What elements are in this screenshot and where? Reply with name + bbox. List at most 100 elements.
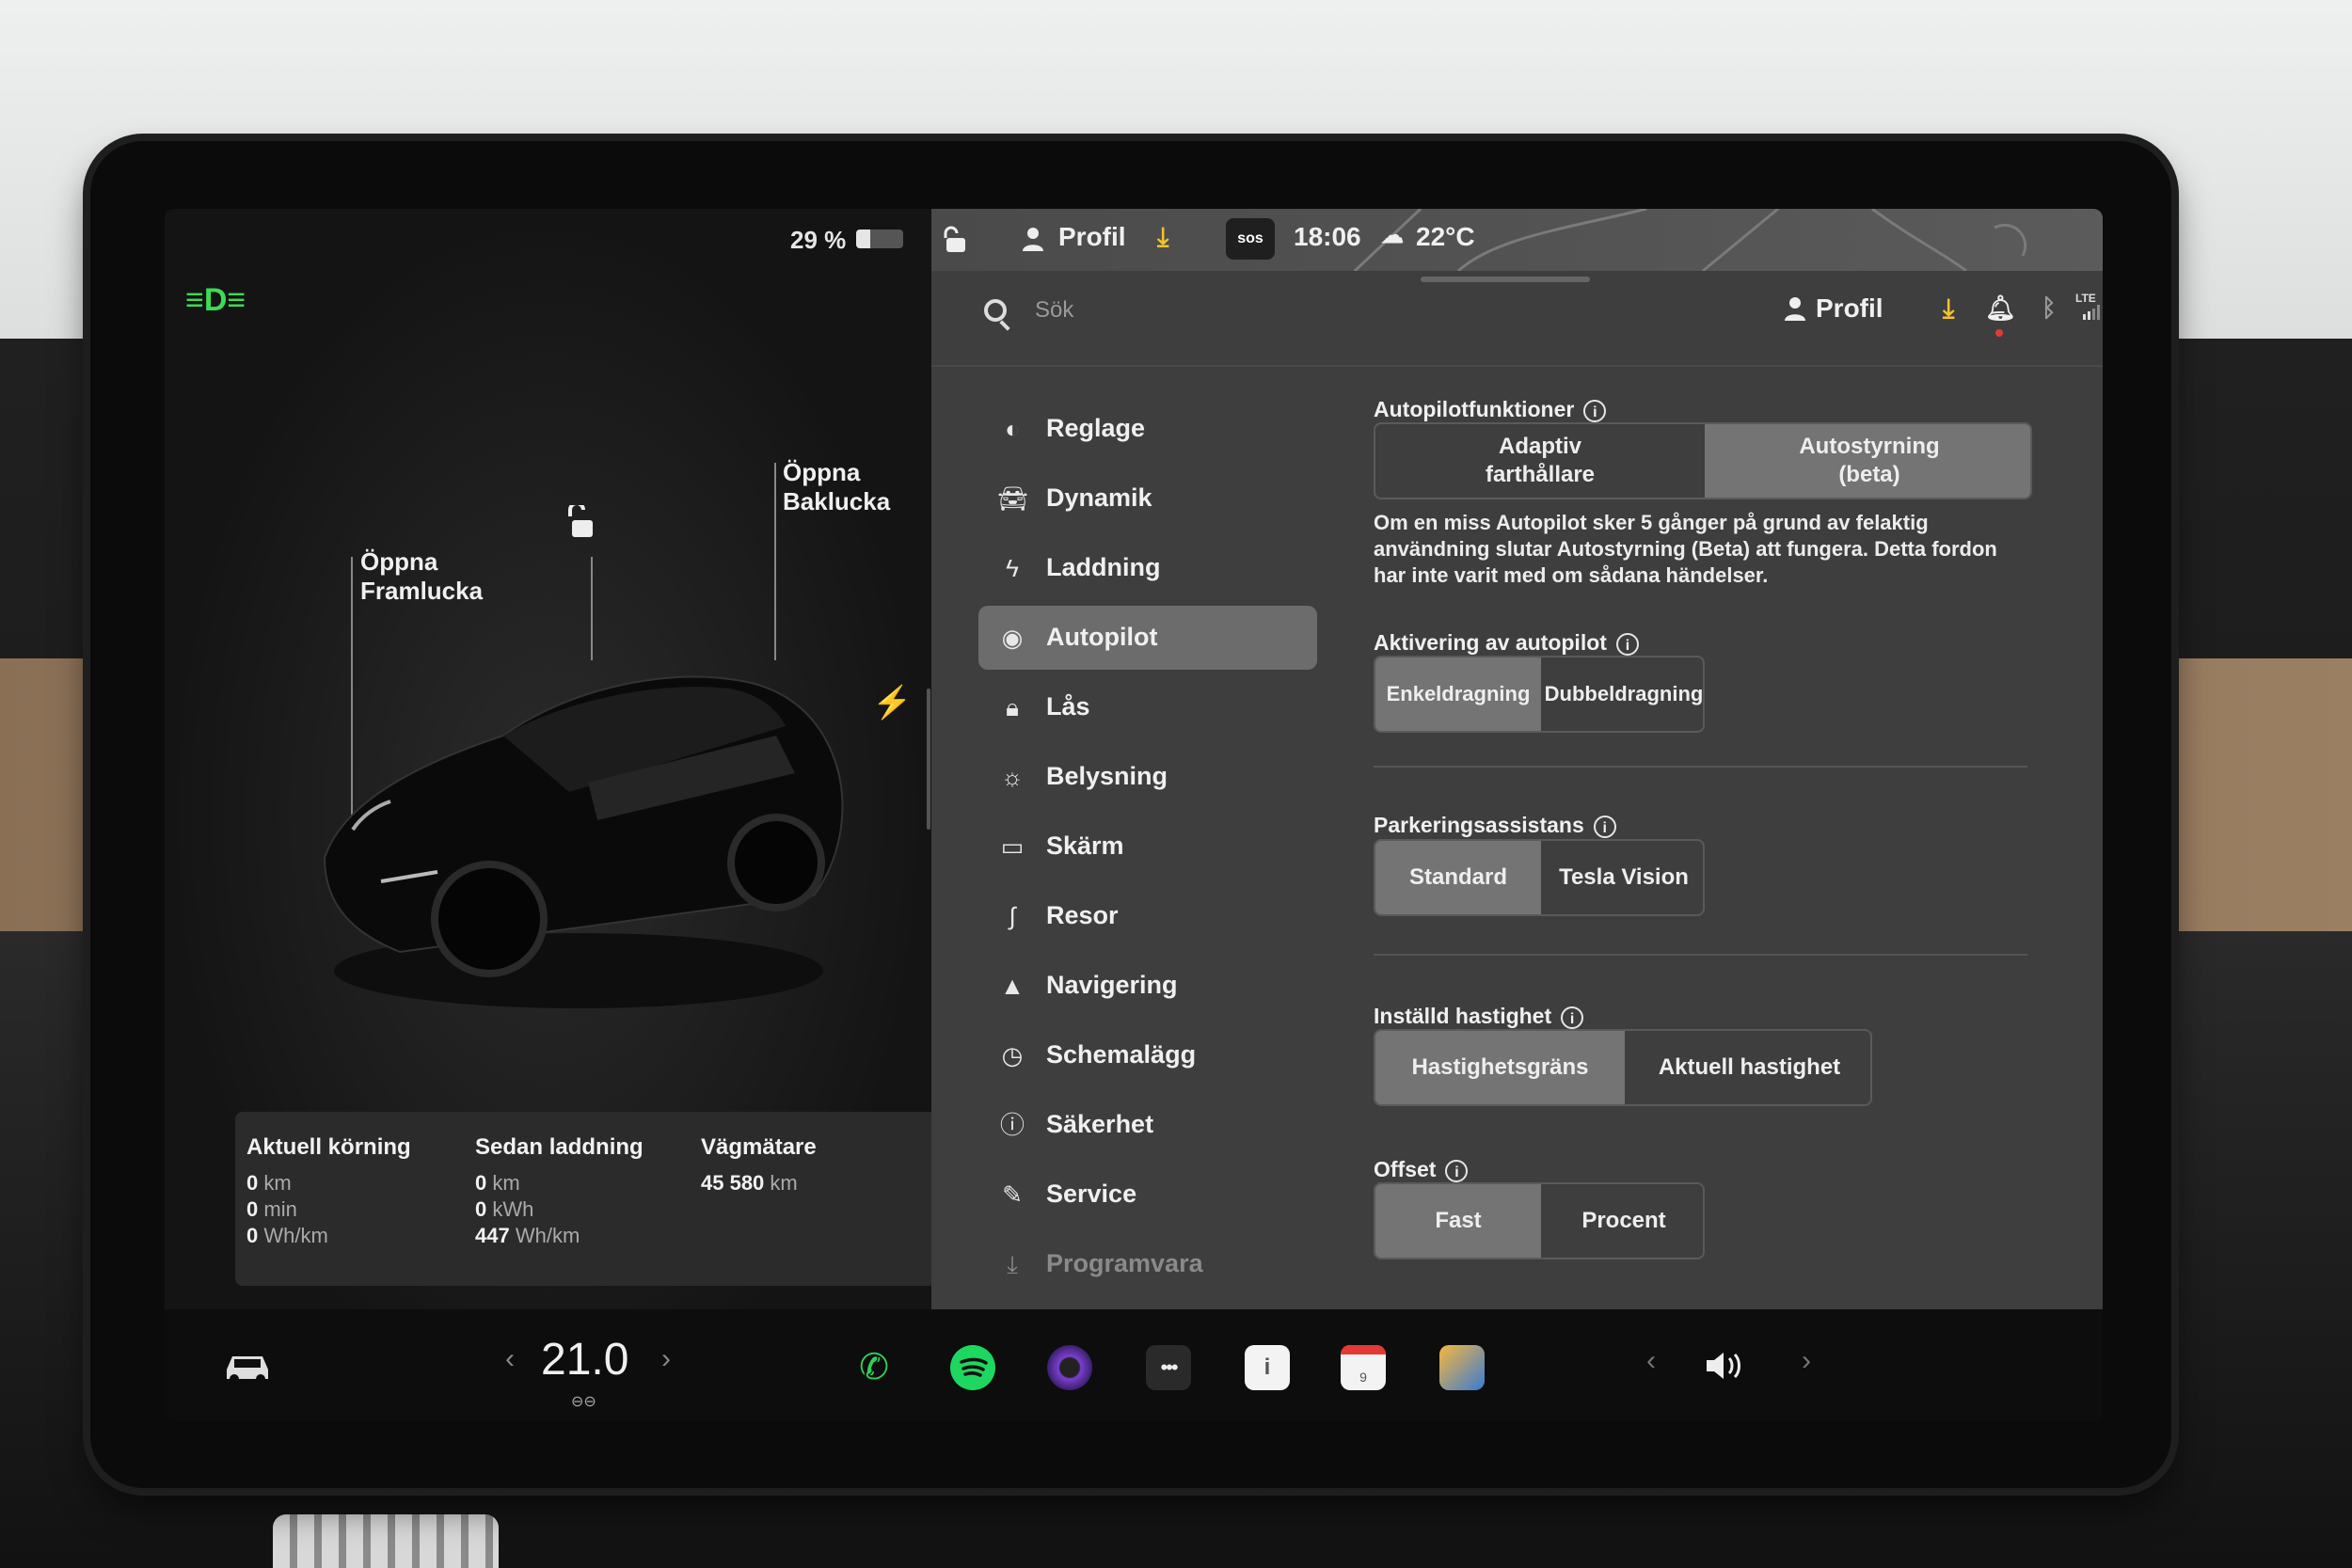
sidebar-item-label: Laddning [1046, 553, 1161, 581]
stat-row: 0 Wh/km [246, 1224, 328, 1247]
status-bar: Profil ⤓ sos 18:06 ☁ 22°C [931, 209, 2103, 271]
lock-status-icon[interactable] [943, 226, 971, 254]
toybox-icon[interactable] [1439, 1345, 1485, 1390]
steering-wheel-icon: ◉ [1001, 624, 1024, 652]
search-input[interactable]: Sök [1035, 297, 1073, 324]
profile-button[interactable]: Profil [1058, 222, 1126, 252]
section-divider [1374, 766, 2027, 768]
manual-icon[interactable]: i [1245, 1345, 1290, 1390]
stat-row: 447 Wh/km [475, 1224, 580, 1247]
download-icon[interactable]: ⤓ [1157, 222, 1168, 253]
standard-option[interactable]: Standard [1375, 841, 1541, 914]
sidebar-item-laddning[interactable]: ϟ Laddning [978, 536, 1317, 600]
autopilot-strike-description: Om en miss Autopilot sker 5 gånger på gr… [1374, 511, 1997, 587]
bottom-bar: ‹ 21.0 › ⊖⊖ ✆ ••• i 9 ‹ › [165, 1309, 2103, 1422]
sidebar-item-navigering[interactable]: ▲ Navigering [978, 954, 1317, 1018]
car-controls-icon[interactable] [221, 1347, 274, 1385]
car-icon: 🚘︎ [997, 484, 1029, 513]
profile-button[interactable]: Profil [1816, 293, 1883, 324]
info-icon[interactable]: i [1445, 1159, 1469, 1182]
profile-icon [1023, 228, 1043, 251]
speed-limit-option[interactable]: Hastighetsgräns [1375, 1031, 1625, 1104]
sidebar-item-lås[interactable]: 🔒︎ Lås [978, 675, 1317, 739]
section-divider [1374, 954, 2027, 956]
display-icon: ▭ [1000, 832, 1025, 861]
info-icon[interactable]: i [1583, 399, 1607, 422]
more-apps-icon[interactable]: ••• [1146, 1345, 1191, 1390]
stat-row: 0 km [475, 1171, 520, 1195]
headlight-indicator-icon: ≡D≡ [185, 282, 246, 318]
unlock-icon[interactable] [566, 505, 600, 539]
car-model-image [323, 675, 844, 1008]
sidebar-item-schemalägg[interactable]: ◷ Schemalägg [978, 1023, 1317, 1087]
sos-button[interactable]: sos [1226, 218, 1275, 260]
fixed-option[interactable]: Fast [1375, 1184, 1541, 1258]
phone-icon[interactable]: ✆ [851, 1345, 897, 1390]
since-charge-title: Sedan laddning [475, 1134, 644, 1160]
notification-bell-icon[interactable]: 🔔︎ [1985, 293, 2016, 323]
charge-port-icon[interactable]: ⚡ [872, 684, 912, 721]
info-icon[interactable]: i [1593, 815, 1616, 838]
search-icon[interactable] [984, 299, 1007, 322]
volume-down-chevron-icon[interactable]: ‹ [1646, 1345, 1656, 1377]
stat-row: 45 580 km [701, 1171, 798, 1195]
camera-icon[interactable] [1047, 1345, 1092, 1390]
volume-icon[interactable] [1703, 1349, 1748, 1383]
sidebar-item-resor[interactable]: ∫ Resor [978, 884, 1317, 948]
sidebar-item-label: Säkerhet [1046, 1110, 1154, 1138]
sidebar-item-label: Lås [1046, 692, 1090, 721]
sidebar-item-label: Resor [1046, 901, 1119, 929]
sidebar-item-label: Skärm [1046, 832, 1124, 860]
navigation-icon: ▲ [1000, 972, 1025, 1000]
percent-option[interactable]: Procent [1541, 1184, 1703, 1258]
sidebar-item-label: Belysning [1046, 762, 1168, 790]
sidebar-item-belysning[interactable]: ☼ Belysning [978, 745, 1317, 809]
signal-strength-icon [2083, 305, 2100, 320]
temp-down-chevron-icon[interactable]: ‹ [505, 1343, 515, 1375]
double-pull-option[interactable]: Dubbeldragning [1541, 657, 1703, 731]
stat-row: 0 min [246, 1197, 297, 1221]
sidebar-item-autopilot[interactable]: ◉ Autopilot [978, 606, 1317, 670]
current-speed-option[interactable]: Aktuell hastighet [1625, 1031, 1870, 1104]
sidebar-item-label: Navigering [1046, 971, 1178, 999]
sidebar-item-programvara[interactable]: ⤓ Programvara [978, 1232, 1317, 1296]
light-icon: ☼ [1001, 763, 1024, 791]
search-bar: Sök Profil ⤓ 🔔︎ ᛒ LTE [931, 271, 2103, 367]
clock: 18:06 [1294, 222, 1361, 251]
sidebar-item-dynamik[interactable]: 🚘︎ Dynamik [978, 467, 1317, 531]
sidebar-item-reglage[interactable]: ◐ Reglage [978, 397, 1317, 461]
sidebar-item-label: Programvara [1046, 1249, 1203, 1277]
autopilot-activation-heading: Aktivering av autopilot i [1374, 630, 1639, 656]
sidebar-item-label: Dynamik [1046, 483, 1152, 512]
tesla-vision-option[interactable]: Tesla Vision [1541, 841, 1703, 914]
stat-row: 0 km [246, 1171, 292, 1195]
autopilot-activation-selector: Enkeldragning Dubbeldragning [1374, 656, 1705, 733]
settings-panel: Profil ⤓ sos 18:06 ☁ 22°C Sök Profil ⤓ 🔔… [931, 209, 2103, 1309]
weather-icon: ☁ [1381, 223, 1404, 248]
info-icon[interactable]: i [1615, 632, 1639, 656]
parking-assist-heading: Parkeringsassistans i [1374, 813, 1616, 838]
open-trunk-button[interactable]: Öppna Baklucka [783, 458, 890, 516]
adaptive-cruise-option[interactable]: Adaptiv farthållare [1375, 424, 1705, 498]
sidebar-item-service[interactable]: ✎ Service [978, 1163, 1317, 1227]
calendar-header [1341, 1345, 1386, 1354]
sidebar-item-säkerhet[interactable]: ⓘ Säkerhet [978, 1093, 1317, 1157]
single-pull-option[interactable]: Enkeldragning [1375, 657, 1541, 731]
autosteer-option[interactable]: Autostyrning (beta) [1705, 424, 2030, 498]
sidebar-item-skärm[interactable]: ▭ Skärm [978, 815, 1317, 879]
profile-icon [1785, 297, 1805, 321]
calendar-icon[interactable]: 9 [1341, 1345, 1386, 1390]
safety-icon: ⓘ [999, 1111, 1025, 1139]
panel-scrollbar[interactable] [927, 689, 930, 830]
cabin-temperature[interactable]: 21.0 [541, 1334, 628, 1386]
info-icon[interactable]: i [1561, 1006, 1584, 1029]
sidebar-item-label: Schemalägg [1046, 1040, 1197, 1069]
notification-dot [1995, 329, 2003, 337]
temp-up-chevron-icon[interactable]: › [661, 1343, 671, 1375]
bluetooth-icon[interactable]: ᛒ [2042, 293, 2057, 323]
set-speed-heading: Inställd hastighet i [1374, 1004, 1584, 1029]
download-icon[interactable]: ⤓ [1943, 293, 1954, 325]
spotify-icon[interactable] [950, 1345, 995, 1390]
volume-up-chevron-icon[interactable]: › [1802, 1345, 1811, 1377]
open-frunk-button[interactable]: Öppna Framlucka [360, 547, 483, 606]
